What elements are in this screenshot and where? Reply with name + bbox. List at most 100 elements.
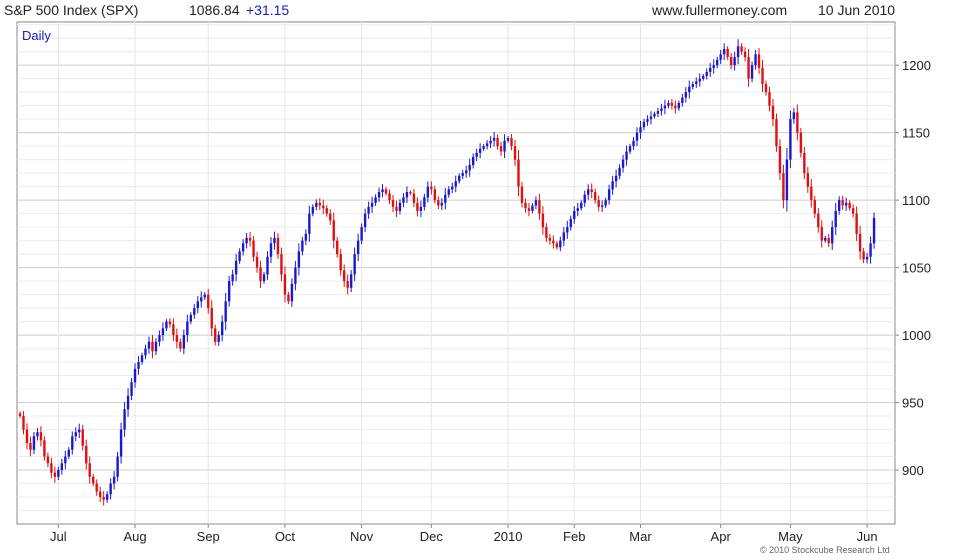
candle-body	[402, 197, 405, 203]
y-axis: 900 950 1000 1050 1100 1150 1200	[895, 58, 931, 478]
candle-body	[862, 251, 865, 260]
y-tick-label: 1000	[902, 328, 931, 343]
candle-body	[377, 192, 381, 198]
candle-body	[642, 121, 646, 128]
candle-body	[88, 463, 91, 477]
candle-body	[105, 494, 109, 500]
candle-body	[304, 233, 308, 241]
candle-body	[426, 186, 430, 198]
candle-body	[43, 440, 46, 457]
candle-body	[688, 86, 691, 93]
candle-body	[349, 274, 353, 288]
candle-body	[50, 463, 53, 473]
y-tick-label: 1200	[902, 58, 931, 73]
candle-body	[32, 436, 36, 450]
candle-body	[137, 362, 140, 369]
candle-body	[810, 186, 813, 201]
candle-body	[813, 200, 816, 214]
candle-body	[593, 192, 597, 201]
candle-body	[600, 205, 604, 207]
x-tick-label: Sep	[197, 529, 220, 544]
candle-body	[722, 48, 726, 55]
candle-body	[74, 432, 77, 437]
candle-body	[531, 205, 534, 211]
candle-body	[733, 57, 736, 66]
candle-body	[729, 57, 733, 66]
candle-body	[308, 213, 311, 234]
candle-body	[78, 429, 81, 433]
candle-body	[39, 432, 43, 441]
candle-body	[573, 210, 576, 220]
y-tick-label: 1150	[902, 126, 930, 141]
y-tick-label: 1100	[902, 193, 930, 208]
candle-body	[513, 146, 517, 160]
candle-body	[276, 237, 280, 255]
candle-body	[618, 167, 621, 176]
candle-body	[824, 237, 827, 241]
candle-body	[475, 152, 478, 157]
candle-body	[255, 256, 259, 268]
candle-body	[761, 67, 764, 85]
candle-body	[67, 449, 71, 457]
candle-body	[569, 219, 572, 228]
candle-body	[538, 200, 541, 214]
candle-body	[789, 119, 792, 160]
candle-body	[778, 146, 782, 174]
candle-body	[196, 301, 199, 309]
candle-body	[646, 119, 649, 122]
candle-body	[109, 483, 112, 495]
candle-body	[541, 213, 545, 228]
candle-body	[482, 146, 485, 149]
candle-body	[506, 138, 510, 141]
candle-body	[726, 48, 729, 58]
candle-body	[837, 200, 841, 211]
candle-body	[660, 108, 663, 112]
candle-body	[283, 274, 287, 295]
candle-body	[743, 51, 747, 58]
candle-body	[681, 97, 684, 103]
x-tick-label: Jul	[50, 529, 67, 544]
candle-body	[499, 146, 503, 152]
candle-body	[754, 54, 757, 66]
candle-body	[632, 140, 635, 147]
candle	[789, 110, 792, 168]
candle-body	[25, 429, 29, 444]
candle-body	[81, 429, 84, 446]
candle-body	[649, 116, 653, 120]
candle-body	[412, 193, 416, 203]
candle-body	[112, 476, 116, 484]
candle-body	[468, 165, 471, 171]
candle-body	[294, 267, 297, 284]
x-tick-label: May	[778, 529, 803, 544]
candle-body	[750, 65, 754, 79]
candle	[872, 212, 876, 249]
x-tick-label: Oct	[275, 529, 296, 544]
candle-body	[151, 341, 154, 352]
candle-body	[325, 208, 328, 214]
candle-body	[262, 274, 266, 282]
candle-body	[53, 472, 57, 477]
candle-body	[46, 456, 50, 464]
candle-body	[409, 192, 412, 194]
candle-body	[803, 152, 806, 174]
candle-body	[719, 54, 722, 60]
x-tick-label: Feb	[563, 529, 585, 544]
candle-body	[437, 200, 440, 206]
candle-body	[611, 181, 614, 190]
candlestick-chart: 900 950 1000 1050 1100 1150 1200 Jul Aug Sep Oct N…	[16, 21, 931, 544]
candle-body	[635, 132, 639, 141]
x-tick-label: Nov	[350, 529, 374, 544]
candle-body	[552, 240, 555, 244]
candle-body	[656, 111, 660, 114]
candle-body	[625, 151, 628, 160]
candle-body	[799, 132, 803, 153]
candle-body	[339, 254, 342, 271]
candle-body	[855, 213, 858, 234]
candle-body	[311, 206, 315, 214]
candle-body	[831, 227, 834, 244]
candle-body	[280, 254, 283, 275]
candle-body	[231, 274, 234, 282]
candle-body	[621, 159, 625, 168]
copyright-text: © 2010 Stockcube Research Ltd	[760, 545, 890, 555]
candle-body	[872, 217, 876, 244]
